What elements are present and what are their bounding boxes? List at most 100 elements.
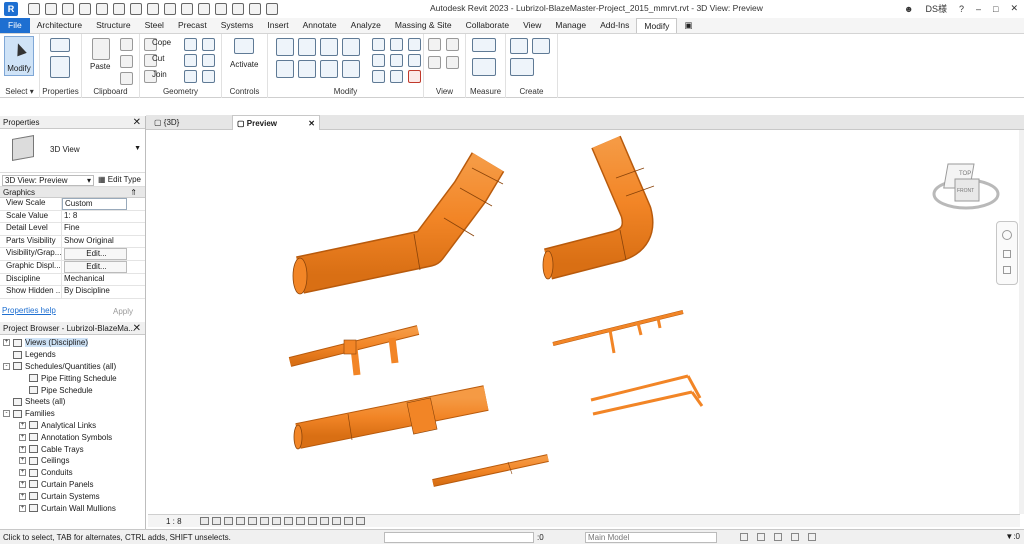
split-gap-icon[interactable] [390,38,403,51]
pipe-thin-tee-right[interactable] [552,310,684,354]
tab-structure[interactable]: Structure [89,18,138,33]
pipe-straight-large[interactable] [293,385,489,450]
chevron-down-icon[interactable]: ▼ [134,145,141,152]
sync-icon[interactable] [79,3,91,15]
wall-join-icon[interactable] [202,70,215,83]
visual-style-icon[interactable] [212,517,221,525]
browser-item[interactable]: - Schedules/Quantities (all) [0,361,145,373]
instance-selector[interactable]: 3D View: Preview ▾ [2,175,94,186]
browser-item[interactable]: + Analytical Links [0,420,145,432]
tab-manage[interactable]: Manage [548,18,593,33]
close-icon[interactable]: ✕ [1010,3,1018,14]
type-selector[interactable]: 3D View ▼ [0,129,145,173]
trim-single-icon[interactable] [390,70,403,83]
pipe-elbow-large-left[interactable] [292,152,505,295]
drawing-canvas[interactable]: TOP FRONT [148,130,1020,514]
print-icon[interactable] [130,3,142,15]
minimize-icon[interactable]: – [976,4,981,14]
revit-logo-icon[interactable]: R [4,2,18,16]
detail-level-icon[interactable] [200,517,209,525]
open-icon[interactable] [45,3,57,15]
browser-item[interactable]: Pipe Schedule [0,384,145,396]
browser-item[interactable]: + Curtain Wall Mullions [0,502,145,514]
browser-item[interactable]: + Cable Trays [0,443,145,455]
contextual-tab-toggle[interactable]: ▣ [677,18,699,33]
close-browser-icon[interactable]: ✕ [133,323,141,334]
pipe-rod-assembly-right[interactable] [590,374,704,416]
expand-toggle-icon[interactable]: + [19,433,26,441]
demolish-icon[interactable] [184,70,197,83]
scale-icon[interactable] [390,54,403,67]
mirror-draw-icon[interactable] [342,38,360,56]
tab-3d[interactable]: ▢ {3D} [150,115,183,130]
edit-type-button[interactable]: ▦ Edit Type [98,175,141,184]
override-graphics-icon[interactable] [428,38,441,51]
type-properties-icon[interactable] [50,38,70,52]
create-group-icon[interactable] [510,58,534,76]
unpin-icon[interactable] [408,54,421,67]
tab-analyze[interactable]: Analyze [344,18,388,33]
design-option-dropdown[interactable]: Main Model [585,532,717,543]
select-underlay-icon[interactable] [757,533,765,541]
property-value[interactable]: Show Original [62,236,145,248]
home-icon[interactable] [28,3,40,15]
select-pinned-icon[interactable] [774,533,782,541]
tab-preview[interactable]: ▢ Preview ✕ [232,115,320,130]
property-value[interactable]: Fine [62,223,145,235]
browser-item[interactable]: - Families [0,408,145,420]
property-value[interactable]: Custom [62,198,127,210]
thin-lines-icon[interactable] [249,3,261,15]
user-icon[interactable]: ☻ [904,4,913,14]
modify-button[interactable]: Modify [4,36,34,76]
expand-toggle-icon[interactable]: + [19,445,26,453]
properties-help-link[interactable]: Properties help [2,306,56,315]
edit-button[interactable]: Edit... [64,260,127,273]
analytical-model-icon[interactable] [332,517,341,525]
expand-toggle-icon[interactable]: + [19,421,26,429]
save-icon[interactable] [62,3,74,15]
rotate-icon[interactable] [320,60,338,78]
collapse-icon[interactable]: ⇑ [130,188,137,197]
trim-extend-icon[interactable] [342,60,360,78]
lock-view-icon[interactable] [284,517,293,525]
nav-options-icon[interactable] [1003,266,1011,274]
select-dropdown[interactable]: Select ▾ [0,87,39,96]
filter-icon[interactable]: ▼:0 [1005,532,1020,541]
paste-label[interactable]: Paste [90,62,110,71]
tab-view[interactable]: View [516,18,548,33]
remove-paint-icon[interactable] [202,54,215,67]
select-by-face-icon[interactable] [791,533,799,541]
browser-item[interactable]: Pipe Fitting Schedule [0,372,145,384]
expand-toggle-icon[interactable]: + [19,492,26,500]
temp-hide-icon[interactable] [446,56,459,69]
copy-icon[interactable] [298,60,316,78]
pipe-elbow-large-right[interactable] [542,135,655,280]
offset-icon[interactable] [298,38,316,56]
create-parts-icon[interactable] [532,38,550,54]
tab-insert[interactable]: Insert [260,18,295,33]
maximize-icon[interactable]: □ [993,4,998,14]
expand-toggle-icon[interactable]: + [19,504,26,512]
measure-icon[interactable] [147,3,159,15]
pipe-tee-assembly-left[interactable] [288,325,420,376]
measure-between-icon[interactable] [472,38,496,52]
view-cube[interactable]: TOP FRONT [932,163,1000,210]
3d-view-icon[interactable] [215,3,227,15]
sun-path-icon[interactable] [224,517,233,525]
workset-dropdown[interactable] [384,532,534,543]
browser-item[interactable]: + Ceilings [0,455,145,467]
expand-toggle-icon[interactable]: + [3,339,10,347]
text-icon[interactable] [198,3,210,15]
mirror-axis-icon[interactable] [320,38,338,56]
expand-toggle-icon[interactable]: + [19,457,26,465]
dimension-icon[interactable] [164,3,176,15]
move-icon[interactable] [276,60,294,78]
array-icon[interactable] [372,54,385,67]
copy-clipboard-icon[interactable] [120,55,133,68]
highlight-displacement-icon[interactable] [344,517,353,525]
browser-item[interactable]: + Annotation Symbols [0,431,145,443]
steering-wheel-icon[interactable] [1002,230,1012,240]
crop-view-icon[interactable] [260,517,269,525]
delete-icon[interactable] [408,70,421,83]
linework-icon[interactable] [428,56,441,69]
